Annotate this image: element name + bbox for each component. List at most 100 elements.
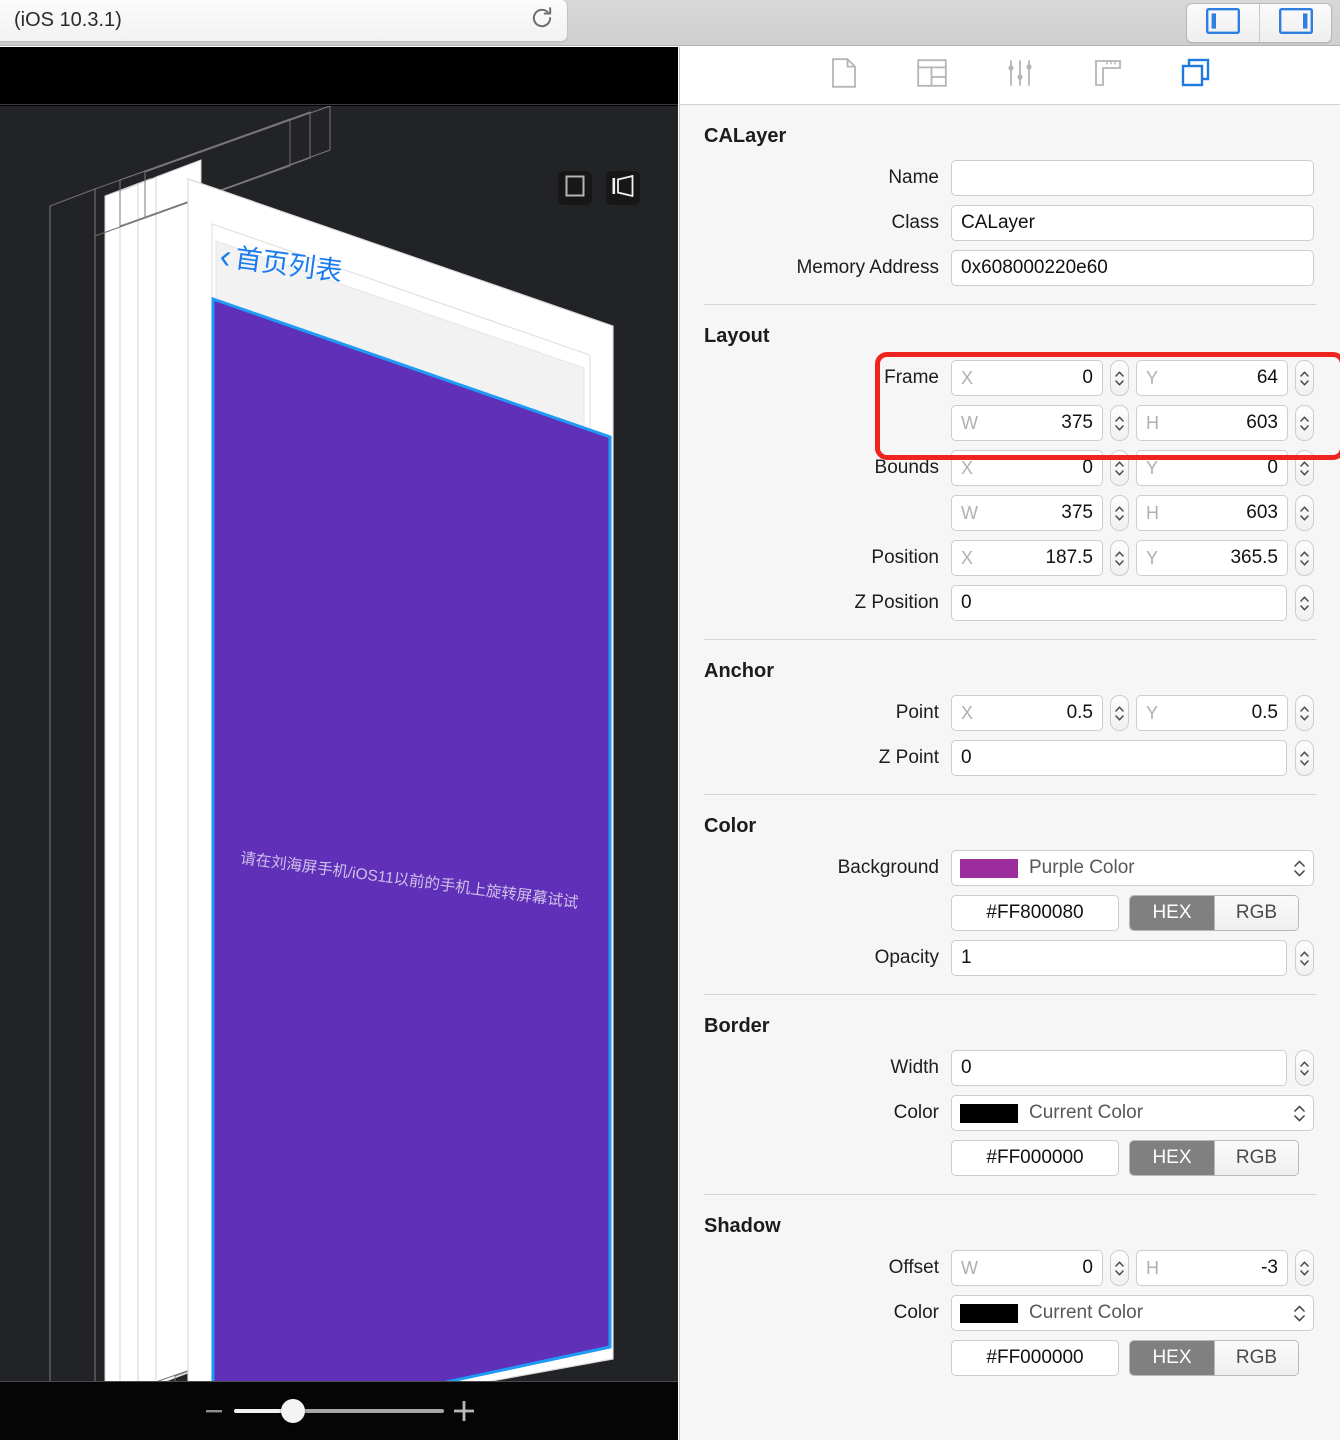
border-color-select[interactable]: Current Color: [951, 1095, 1314, 1131]
frame-w-prefix: W: [961, 412, 978, 433]
name-input[interactable]: [951, 160, 1314, 196]
row-z-position: Z Position 0: [680, 585, 1340, 621]
border-hex-input[interactable]: #FF000000: [951, 1140, 1119, 1176]
bounds-h-stepper[interactable]: [1295, 495, 1314, 531]
zoom-in-button[interactable]: [444, 1398, 484, 1424]
chevron-down-icon: [1115, 424, 1124, 431]
shadow-hex-tab[interactable]: HEX: [1130, 1341, 1214, 1375]
z-position-stepper[interactable]: [1295, 585, 1314, 621]
attributes-inspector-tab[interactable]: [998, 56, 1042, 96]
shadow-offset-h-stepper[interactable]: [1295, 1250, 1314, 1286]
shadow-offset-w-stepper[interactable]: [1110, 1250, 1129, 1286]
address-field[interactable]: (iOS 10.3.1): [0, 0, 568, 42]
bounds-y-stepper[interactable]: [1295, 450, 1314, 486]
class-input[interactable]: CALayer: [951, 205, 1314, 241]
label-shadow-offset: Offset: [888, 1257, 939, 1278]
border-hex-value: #FF000000: [986, 1147, 1084, 1168]
chevron-up-icon: [1300, 1260, 1309, 1267]
shadow-offset-h-input[interactable]: H -3: [1136, 1250, 1288, 1286]
view-debugger-window: (iOS 10.3.1) ‹ 首页列表 请在刘海屏手机/iOS11以前的手机上旋…: [0, 0, 1340, 1440]
background-rgb-tab[interactable]: RGB: [1214, 896, 1298, 930]
label-memory-address: Memory Address: [796, 257, 939, 278]
bounds-w-stepper[interactable]: [1110, 495, 1129, 531]
zoom-slider-thumb[interactable]: [280, 1399, 305, 1423]
anchor-y-input[interactable]: Y 0.5: [1136, 695, 1288, 731]
anchor-x-input[interactable]: X 0.5: [951, 695, 1103, 731]
frame-y-input[interactable]: Y 64: [1136, 360, 1288, 396]
chevron-up-icon: [1115, 415, 1124, 422]
object-inspector-tab[interactable]: [1174, 56, 1218, 96]
position-y-stepper[interactable]: [1295, 540, 1314, 576]
opacity-input[interactable]: 1: [951, 940, 1287, 976]
debug-canvas[interactable]: ‹ 首页列表 请在刘海屏手机/iOS11以前的手机上旋转屏幕试试: [0, 47, 678, 1440]
zoom-out-button[interactable]: [194, 1400, 234, 1422]
frame-h-input[interactable]: H 603: [1136, 405, 1288, 441]
position-y-prefix: Y: [1146, 547, 1159, 568]
position-x-stepper[interactable]: [1110, 540, 1129, 576]
background-hex-tab[interactable]: HEX: [1130, 896, 1214, 930]
position-x-input[interactable]: X 187.5: [951, 540, 1103, 576]
frame-w-input[interactable]: W 375: [951, 405, 1103, 441]
background-hex-input[interactable]: #FF800080: [951, 895, 1119, 931]
z-position-input[interactable]: 0: [951, 585, 1287, 621]
frame-x-input[interactable]: X 0: [951, 360, 1103, 396]
document-icon: [831, 58, 857, 93]
anchor-x-stepper[interactable]: [1110, 695, 1129, 731]
opacity-stepper[interactable]: [1295, 940, 1314, 976]
border-width-input[interactable]: 0: [951, 1050, 1287, 1086]
frame-y-stepper[interactable]: [1295, 360, 1314, 396]
zoom-slider[interactable]: [234, 1399, 444, 1423]
address-field-text: (iOS 10.3.1): [14, 9, 122, 31]
frame-x-stepper[interactable]: [1110, 360, 1129, 396]
right-sidebar-toggle-icon: [1278, 7, 1313, 39]
reload-button[interactable]: [517, 0, 567, 42]
chevron-up-icon: [1300, 460, 1309, 467]
shadow-color-format-toggle: HEX RGB: [1129, 1340, 1299, 1376]
layer-scene[interactable]: ‹ 首页列表 请在刘海屏手机/iOS11以前的手机上旋转屏幕试试: [0, 106, 678, 1381]
chevron-down-icon: [1115, 469, 1124, 476]
shadow-offset-h-value: -3: [1261, 1257, 1278, 1278]
position-y-input[interactable]: Y 365.5: [1136, 540, 1288, 576]
square-outline-icon: [564, 175, 586, 202]
z-point-input[interactable]: 0: [951, 740, 1287, 776]
z-point-stepper[interactable]: [1295, 740, 1314, 776]
border-hex-tab[interactable]: HEX: [1130, 1141, 1214, 1175]
bounds-x-input[interactable]: X 0: [951, 450, 1103, 486]
inspector-content: CALayer Name Class CALayer Memory Addres…: [680, 105, 1340, 1376]
label-class: Class: [891, 212, 939, 233]
size-inspector-tab[interactable]: [1086, 56, 1130, 96]
shadow-hex-input[interactable]: #FF000000: [951, 1340, 1119, 1376]
shadow-offset-h-prefix: H: [1146, 1257, 1159, 1278]
file-inspector-tab[interactable]: [822, 56, 866, 96]
shadow-offset-w-input[interactable]: W 0: [951, 1250, 1103, 1286]
bounds-x-stepper[interactable]: [1110, 450, 1129, 486]
border-rgb-tab[interactable]: RGB: [1214, 1141, 1298, 1175]
left-sidebar-toggle-button[interactable]: [1187, 4, 1259, 42]
chevron-down-icon: [1300, 514, 1309, 521]
frame-h-stepper[interactable]: [1295, 405, 1314, 441]
chevron-down-icon: [1300, 379, 1309, 386]
object-inspector-panel: CALayer Name Class CALayer Memory Addres…: [679, 47, 1340, 1440]
memory-address-value: 0x608000220e60: [961, 257, 1108, 278]
flat-view-toggle-button[interactable]: [558, 171, 592, 205]
memory-address-input[interactable]: 0x608000220e60: [951, 250, 1314, 286]
toolbar: (iOS 10.3.1): [0, 0, 1340, 46]
quick-help-inspector-tab[interactable]: [910, 56, 954, 96]
anchor-y-stepper[interactable]: [1295, 695, 1314, 731]
selected-layer-purple: [211, 296, 612, 1381]
bounds-h-input[interactable]: H 603: [1136, 495, 1288, 531]
bounds-y-input[interactable]: Y 0: [1136, 450, 1288, 486]
bounds-w-input[interactable]: W 375: [951, 495, 1103, 531]
background-color-select[interactable]: Purple Color: [951, 850, 1314, 886]
background-color-name: Purple Color: [1029, 857, 1135, 878]
frame-w-stepper[interactable]: [1110, 405, 1129, 441]
perspective-view-toggle-button[interactable]: [606, 171, 640, 205]
border-width-stepper[interactable]: [1295, 1050, 1314, 1086]
right-sidebar-toggle-button[interactable]: [1259, 4, 1331, 42]
shadow-color-select[interactable]: Current Color: [951, 1295, 1314, 1331]
label-opacity: Opacity: [874, 947, 939, 968]
chevron-up-icon: [1115, 550, 1124, 557]
shadow-rgb-tab[interactable]: RGB: [1214, 1341, 1298, 1375]
label-border-color: Color: [893, 1102, 939, 1123]
row-shadow-color: Color Current Color: [680, 1295, 1340, 1331]
